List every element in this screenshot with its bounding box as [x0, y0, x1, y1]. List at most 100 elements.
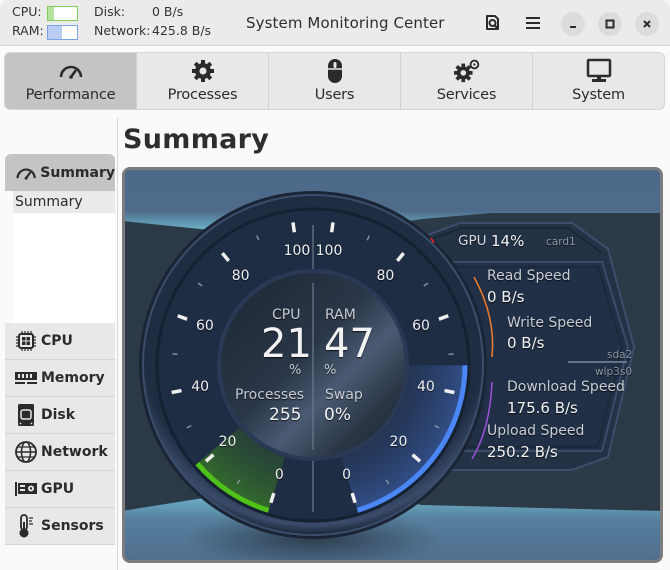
sidebar-item-disk[interactable]: Disk: [5, 397, 115, 434]
cpu-scale-tick: [291, 222, 297, 233]
speedometer-icon: [16, 167, 36, 180]
window-title: System Monitoring Center: [246, 14, 445, 32]
ram-scale-label: 40: [416, 378, 435, 395]
sidebar-summary-list: Summary: [13, 191, 115, 323]
write-speed-value: 0 B/s: [507, 334, 545, 352]
cpu-ram-gauge: [139, 191, 487, 539]
gpu-label: GPU: [458, 233, 487, 249]
monitor-icon: [586, 58, 611, 82]
ram-unit: %: [324, 363, 337, 378]
sidebar-item-sensors-label: Sensors: [41, 518, 104, 534]
main-menu-button[interactable]: [522, 12, 544, 34]
header-cpu-bar: [47, 6, 78, 21]
download-speed-label: Download Speed: [507, 379, 625, 395]
tab-system[interactable]: System: [533, 53, 664, 109]
sidebar-item-network-label: Network: [41, 444, 108, 460]
cpu-scale-label: 20: [218, 433, 237, 450]
cpu-scale-tick: [171, 388, 182, 395]
maximize-icon: [605, 19, 615, 29]
header-ram-bar: [47, 25, 78, 40]
cpu-scale-label: 80: [231, 267, 250, 284]
thermometer-icon: [19, 514, 33, 538]
ram-scale-label: 80: [376, 267, 395, 284]
tab-performance-label: Performance: [25, 87, 116, 103]
report-search-button[interactable]: [482, 12, 504, 34]
dashboard-graphic: [125, 170, 660, 560]
mouse-icon: [327, 59, 342, 83]
sidebar-divider: [117, 118, 118, 570]
gear-icon: [191, 60, 214, 82]
header-network-label: Network:: [94, 23, 151, 38]
sidebar-summary-header[interactable]: Summary: [5, 154, 115, 191]
ram-scale-tick: [329, 222, 335, 233]
close-icon: [643, 20, 651, 28]
ram-scale-label: 100: [315, 243, 343, 260]
hamburger-menu-icon: [526, 17, 540, 29]
sidebar-item-network[interactable]: Network: [5, 434, 115, 471]
ram-scale-label: 0: [342, 466, 352, 483]
gpu-device: card1: [546, 236, 576, 248]
report-search-icon: [486, 15, 499, 30]
sidebar-item-memory-label: Memory: [41, 370, 105, 386]
tab-performance[interactable]: Performance: [5, 53, 137, 109]
globe-icon: [15, 441, 37, 463]
network-device: wlp3s0: [595, 366, 633, 378]
sidebar-item-sensors[interactable]: Sensors: [5, 508, 115, 545]
tab-system-label: System: [572, 87, 625, 103]
tab-services-label: Services: [436, 87, 497, 103]
sidebar-item-summary[interactable]: Summary: [13, 191, 115, 213]
read-speed-label: Read Speed: [487, 268, 571, 284]
ram-value: 47: [324, 321, 375, 367]
header-network-value: 425.8 B/s: [152, 23, 212, 38]
header-ram-bar-fill: [48, 26, 62, 39]
cpu-scale-label: 0: [274, 466, 284, 483]
sidebar-item-gpu[interactable]: GPU: [5, 471, 115, 508]
ram-scale-label: 60: [412, 317, 430, 334]
app-window: CPU: Disk: 0 B/s RAM: Network: 425.8 B/s…: [0, 0, 670, 570]
maximize-button[interactable]: [598, 12, 622, 36]
processes-label: Processes: [235, 387, 305, 403]
speedometer-icon: [59, 65, 82, 79]
minimize-button[interactable]: [561, 12, 585, 36]
gpu-value: 14%: [491, 232, 525, 250]
summary-dashboard: 0 0 20 20 40 40 60 60 80 80 100 100 CPU 21 % RAM 47…: [122, 167, 663, 563]
cpu-chip-icon: [16, 331, 36, 351]
minimize-icon: [570, 26, 576, 28]
memory-module-icon: [15, 372, 37, 384]
header-cpu-label: CPU:: [12, 4, 42, 19]
cpu-scale-label: 60: [196, 317, 214, 334]
tab-users-label: Users: [314, 87, 355, 103]
cpu-value: 21: [261, 321, 312, 367]
read-speed-value: 0 B/s: [487, 288, 525, 306]
close-button[interactable]: [635, 12, 659, 36]
header-disk-value: 0 B/s: [152, 4, 184, 19]
tab-processes[interactable]: Processes: [137, 53, 269, 109]
graphics-card-icon: [15, 482, 37, 496]
download-speed-value: 175.6 B/s: [507, 399, 578, 417]
upload-speed-value: 250.2 B/s: [487, 443, 558, 461]
disk-drive-icon: [18, 404, 34, 426]
tab-users[interactable]: Users: [269, 53, 401, 109]
header-ram-label: RAM:: [12, 23, 44, 38]
ram-scale-label: 20: [389, 433, 408, 450]
swap-label: Swap: [325, 387, 363, 403]
cpu-scale-label: 100: [283, 243, 311, 260]
cpu-scale-label: 40: [191, 378, 210, 395]
tab-services[interactable]: Services: [401, 53, 533, 109]
sidebar-item-gpu-label: GPU: [41, 481, 75, 497]
gears-icon: [453, 59, 479, 83]
sidebar-summary-header-label: Summary: [40, 164, 115, 181]
sidebar-item-disk-label: Disk: [41, 407, 76, 423]
sidebar-item-cpu[interactable]: CPU: [5, 323, 115, 360]
disk-device: sda2: [607, 349, 633, 361]
tab-processes-label: Processes: [167, 87, 238, 103]
ram-scale-tick: [444, 388, 455, 395]
cpu-unit: %: [289, 363, 302, 378]
processes-value: 255: [269, 405, 302, 425]
page-title: Summary: [123, 124, 270, 155]
header-disk-label: Disk:: [94, 4, 126, 19]
sidebar-item-memory[interactable]: Memory: [5, 360, 115, 397]
header-bar: CPU: Disk: 0 B/s RAM: Network: 425.8 B/s…: [0, 0, 670, 46]
sidebar-item-cpu-label: CPU: [41, 333, 73, 349]
swap-value: 0%: [324, 405, 351, 425]
